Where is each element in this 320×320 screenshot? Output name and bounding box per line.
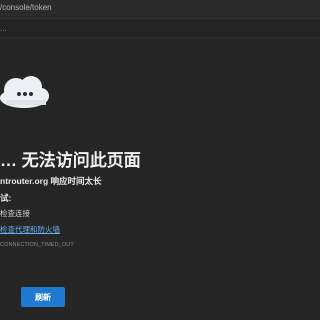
error-description: ntrouter.org 响应时间太长 bbox=[0, 175, 102, 187]
cloud-icon bbox=[0, 70, 52, 112]
error-code: CONNECTION_TIMED_OUT bbox=[0, 242, 74, 248]
try-label: 试: bbox=[0, 193, 12, 203]
tip-check-connection: 检查连接 bbox=[0, 209, 30, 218]
page-title: … 无法访问此页面 bbox=[0, 151, 141, 170]
address-bar-url[interactable]: /console/token bbox=[0, 3, 52, 12]
toolbar-strip: ... bbox=[0, 19, 320, 38]
error-host: ntrouter.org bbox=[0, 176, 49, 186]
toolbar-overflow-mark[interactable]: ... bbox=[0, 24, 7, 33]
check-proxy-firewall-link[interactable]: 检查代理和防火墙 bbox=[0, 224, 60, 235]
browser-window: /console/token ... … 无法访问此页面 ntrouter.or… bbox=[0, 0, 320, 320]
address-bar[interactable]: /console/token bbox=[0, 0, 320, 19]
error-description-text: 响应时间太长 bbox=[48, 176, 102, 186]
refresh-button[interactable]: 刷新 bbox=[21, 287, 65, 307]
